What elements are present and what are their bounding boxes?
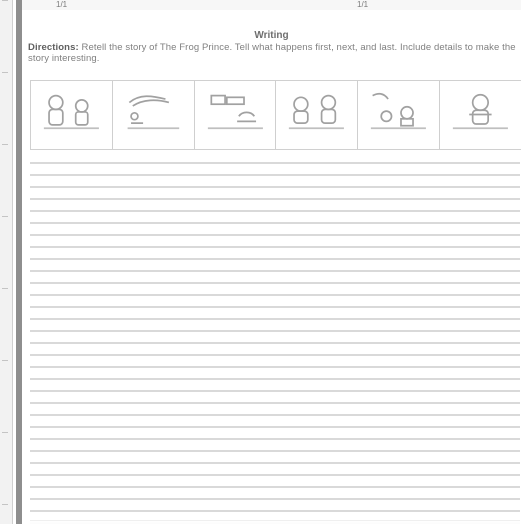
worksheet-content: Writing Directions: Retell the story of …: [22, 10, 521, 524]
ruler-label-right: 1/1: [357, 0, 369, 9]
story-panel-1: [31, 81, 113, 149]
story-panel-2: [112, 81, 195, 149]
directions-text-block: Directions: Retell the story of The Frog…: [28, 42, 516, 64]
ruler-label-left: 1/1: [56, 0, 68, 9]
frog-prince-illustration-2: [127, 95, 180, 130]
directions-body: Retell the story of The Frog Prince. Tel…: [28, 42, 516, 64]
story-panel-6: [440, 81, 521, 149]
worksheet-title: Writing: [254, 30, 289, 41]
story-panel-3: [194, 81, 277, 149]
frog-prince-illustration-3: [207, 94, 263, 130]
story-panel-4: [276, 81, 359, 149]
story-panels: [30, 80, 521, 150]
writing-lines[interactable]: [30, 152, 520, 524]
frog-prince-illustration-4: [289, 94, 345, 130]
page-bottom-edge: [30, 520, 520, 524]
directions-label: Directions:: [28, 42, 79, 53]
worksheet-page: 1/1 1/1 Writing Directions: Retell the s…: [0, 0, 521, 524]
frog-prince-illustration-6: [453, 93, 509, 130]
vertical-ruler: [0, 0, 13, 524]
frog-prince-illustration-1: [43, 94, 99, 130]
frog-prince-illustration-5: [371, 92, 427, 130]
story-panel-5: [358, 81, 441, 149]
